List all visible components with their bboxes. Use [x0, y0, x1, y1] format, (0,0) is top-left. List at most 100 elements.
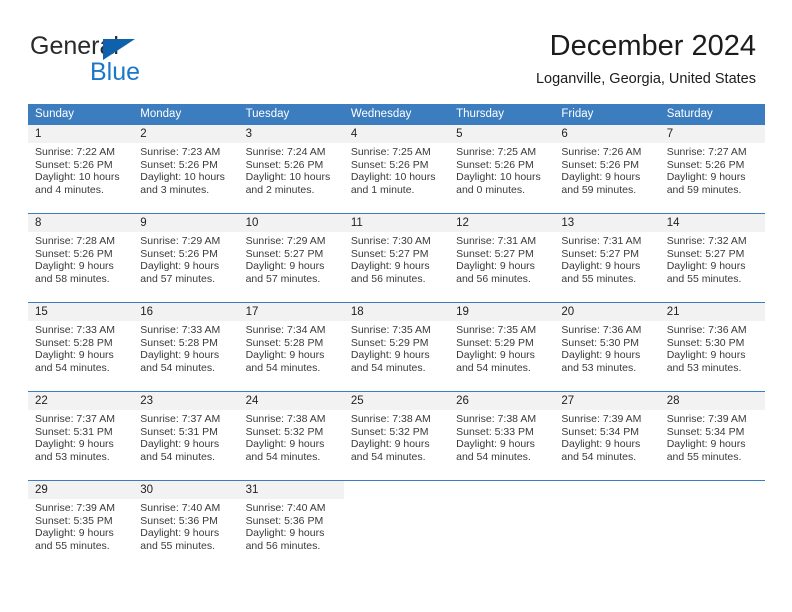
day-cell[interactable]: 9 Sunrise: 7:29 AM Sunset: 5:26 PM Dayli…: [133, 214, 239, 302]
day-cell-empty: [660, 481, 765, 569]
sunset-text: Sunset: 5:30 PM: [666, 336, 745, 349]
daylight-text: Daylight: 9 hours and 55 minutes.: [666, 260, 746, 285]
daylight-text: Daylight: 9 hours and 57 minutes.: [245, 260, 325, 285]
day-details: Sunrise: 7:39 AM Sunset: 5:35 PM Dayligh…: [28, 499, 133, 552]
calendar-grid: Sunday Monday Tuesday Wednesday Thursday…: [28, 104, 765, 569]
sunrise-text: Sunrise: 7:36 AM: [666, 324, 747, 336]
day-cell[interactable]: 10 Sunrise: 7:29 AM Sunset: 5:27 PM Dayl…: [238, 214, 344, 302]
day-number: 24: [245, 395, 259, 407]
sunrise-text: Sunrise: 7:37 AM: [35, 413, 115, 425]
sunrise-text: Sunrise: 7:33 AM: [140, 324, 221, 336]
sunrise-text: Sunrise: 7:40 AM: [245, 502, 326, 514]
day-details: Sunrise: 7:40 AM Sunset: 5:36 PM Dayligh…: [133, 499, 238, 552]
day-cell[interactable]: 15 Sunrise: 7:33 AM Sunset: 5:28 PM Dayl…: [28, 303, 134, 391]
day-cell[interactable]: 26 Sunrise: 7:38 AM Sunset: 5:33 PM Dayl…: [449, 392, 555, 480]
day-cell[interactable]: 30 Sunrise: 7:40 AM Sunset: 5:36 PM Dayl…: [133, 481, 239, 569]
sunrise-text: Sunrise: 7:35 AM: [456, 324, 537, 336]
day-cell[interactable]: 18 Sunrise: 7:35 AM Sunset: 5:29 PM Dayl…: [343, 303, 450, 391]
sunrise-text: Sunrise: 7:32 AM: [666, 235, 747, 247]
day-number-band: 6: [554, 125, 660, 143]
sunrise-text: Sunrise: 7:39 AM: [666, 413, 747, 425]
daylight-text: Daylight: 9 hours and 56 minutes.: [245, 527, 325, 552]
day-cell[interactable]: 2 Sunrise: 7:23 AM Sunset: 5:26 PM Dayli…: [133, 125, 239, 213]
day-number-band: 5: [449, 125, 555, 143]
day-number-band: 1: [28, 125, 134, 143]
day-cell[interactable]: 6 Sunrise: 7:26 AM Sunset: 5:26 PM Dayli…: [554, 125, 660, 213]
sunset-text: Sunset: 5:28 PM: [35, 336, 113, 349]
day-cell[interactable]: 22 Sunrise: 7:37 AM Sunset: 5:31 PM Dayl…: [28, 392, 134, 480]
day-cell[interactable]: 23 Sunrise: 7:37 AM Sunset: 5:31 PM Dayl…: [133, 392, 239, 480]
sunset-text: Sunset: 5:27 PM: [245, 247, 324, 260]
sunrise-text: Sunrise: 7:37 AM: [140, 413, 221, 425]
day-cell[interactable]: 21 Sunrise: 7:36 AM Sunset: 5:30 PM Dayl…: [659, 303, 765, 391]
day-cell[interactable]: 20 Sunrise: 7:36 AM Sunset: 5:30 PM Dayl…: [554, 303, 660, 391]
daylight-text: Daylight: 10 hours and 3 minutes.: [140, 171, 225, 196]
day-cell[interactable]: 14 Sunrise: 7:32 AM Sunset: 5:27 PM Dayl…: [659, 214, 765, 302]
weekday-header-sunday: Sunday: [35, 108, 75, 120]
day-details: Sunrise: 7:29 AM Sunset: 5:26 PM Dayligh…: [133, 232, 238, 285]
sunrise-text: Sunrise: 7:29 AM: [140, 235, 221, 247]
day-cell[interactable]: 11 Sunrise: 7:30 AM Sunset: 5:27 PM Dayl…: [343, 214, 450, 302]
day-number: 3: [245, 128, 252, 140]
day-number-band: 4: [343, 125, 450, 143]
day-number-band: 26: [449, 392, 555, 410]
day-cell[interactable]: 27 Sunrise: 7:39 AM Sunset: 5:34 PM Dayl…: [554, 392, 660, 480]
day-cell[interactable]: 5 Sunrise: 7:25 AM Sunset: 5:26 PM Dayli…: [449, 125, 555, 213]
day-number: 13: [561, 217, 575, 229]
daylight-text: Daylight: 9 hours and 54 minutes.: [350, 438, 430, 463]
daylight-text: Daylight: 9 hours and 54 minutes.: [140, 349, 220, 374]
day-details: Sunrise: 7:30 AM Sunset: 5:27 PM Dayligh…: [344, 232, 449, 285]
sunset-text: Sunset: 5:32 PM: [350, 425, 429, 438]
day-cell[interactable]: 1 Sunrise: 7:22 AM Sunset: 5:26 PM Dayli…: [28, 125, 134, 213]
day-number-band: 15: [28, 303, 134, 321]
day-cell[interactable]: 13 Sunrise: 7:31 AM Sunset: 5:27 PM Dayl…: [554, 214, 660, 302]
sunrise-text: Sunrise: 7:38 AM: [245, 413, 326, 425]
week-row: 15 Sunrise: 7:33 AM Sunset: 5:28 PM Dayl…: [28, 302, 765, 391]
sunset-text: Sunset: 5:26 PM: [245, 158, 324, 171]
title-block: December 2024 Loganville, Georgia, Unite…: [536, 28, 756, 88]
daylight-text: Daylight: 9 hours and 55 minutes.: [140, 527, 220, 552]
day-details: Sunrise: 7:35 AM Sunset: 5:29 PM Dayligh…: [449, 321, 554, 374]
sunset-text: Sunset: 5:26 PM: [140, 158, 218, 171]
day-cell[interactable]: 4 Sunrise: 7:25 AM Sunset: 5:26 PM Dayli…: [343, 125, 450, 213]
day-number-band: [449, 481, 554, 499]
day-number: 8: [35, 217, 42, 229]
sunrise-text: Sunrise: 7:31 AM: [456, 235, 537, 247]
daylight-text: Daylight: 9 hours and 55 minutes.: [561, 260, 641, 285]
day-number: 19: [456, 306, 469, 318]
sunrise-text: Sunrise: 7:27 AM: [666, 146, 747, 158]
day-details: Sunrise: 7:35 AM Sunset: 5:29 PM Dayligh…: [344, 321, 449, 374]
day-number-band: 19: [449, 303, 555, 321]
day-details: Sunrise: 7:23 AM Sunset: 5:26 PM Dayligh…: [133, 143, 238, 196]
week-row: 1 Sunrise: 7:22 AM Sunset: 5:26 PM Dayli…: [28, 124, 765, 213]
day-cell[interactable]: 29 Sunrise: 7:39 AM Sunset: 5:35 PM Dayl…: [28, 481, 134, 569]
day-details: Sunrise: 7:37 AM Sunset: 5:31 PM Dayligh…: [133, 410, 238, 463]
day-details: Sunrise: 7:25 AM Sunset: 5:26 PM Dayligh…: [344, 143, 449, 196]
logo-text-blue: Blue: [90, 58, 141, 86]
day-cell[interactable]: 24 Sunrise: 7:38 AM Sunset: 5:32 PM Dayl…: [238, 392, 344, 480]
day-number: 12: [456, 217, 469, 229]
daylight-text: Daylight: 9 hours and 54 minutes.: [561, 438, 641, 463]
weekday-header-saturday: Saturday: [666, 108, 713, 120]
day-cell[interactable]: 19 Sunrise: 7:35 AM Sunset: 5:29 PM Dayl…: [449, 303, 555, 391]
daylight-text: Daylight: 9 hours and 54 minutes.: [245, 438, 325, 463]
day-cell[interactable]: 12 Sunrise: 7:31 AM Sunset: 5:27 PM Dayl…: [449, 214, 555, 302]
daylight-text: Daylight: 9 hours and 59 minutes.: [561, 171, 641, 196]
daylight-text: Daylight: 9 hours and 54 minutes.: [350, 349, 430, 374]
day-cell[interactable]: 31 Sunrise: 7:40 AM Sunset: 5:36 PM Dayl…: [238, 481, 344, 569]
sunset-text: Sunset: 5:27 PM: [561, 247, 640, 260]
day-number-band: 11: [343, 214, 450, 232]
day-details: Sunrise: 7:40 AM Sunset: 5:36 PM Dayligh…: [239, 499, 344, 552]
week-row: 29 Sunrise: 7:39 AM Sunset: 5:35 PM Dayl…: [28, 480, 765, 569]
day-cell[interactable]: 17 Sunrise: 7:34 AM Sunset: 5:28 PM Dayl…: [238, 303, 344, 391]
day-cell[interactable]: 7 Sunrise: 7:27 AM Sunset: 5:26 PM Dayli…: [659, 125, 765, 213]
day-details: Sunrise: 7:39 AM Sunset: 5:34 PM Dayligh…: [554, 410, 659, 463]
day-number: 23: [140, 395, 154, 407]
day-cell[interactable]: 28 Sunrise: 7:39 AM Sunset: 5:34 PM Dayl…: [659, 392, 765, 480]
day-cell[interactable]: 8 Sunrise: 7:28 AM Sunset: 5:26 PM Dayli…: [28, 214, 134, 302]
day-cell[interactable]: 3 Sunrise: 7:24 AM Sunset: 5:26 PM Dayli…: [238, 125, 344, 213]
day-cell[interactable]: 25 Sunrise: 7:38 AM Sunset: 5:32 PM Dayl…: [343, 392, 450, 480]
sunrise-text: Sunrise: 7:23 AM: [140, 146, 221, 158]
daylight-text: Daylight: 9 hours and 54 minutes.: [456, 438, 535, 463]
day-cell[interactable]: 16 Sunrise: 7:33 AM Sunset: 5:28 PM Dayl…: [133, 303, 239, 391]
